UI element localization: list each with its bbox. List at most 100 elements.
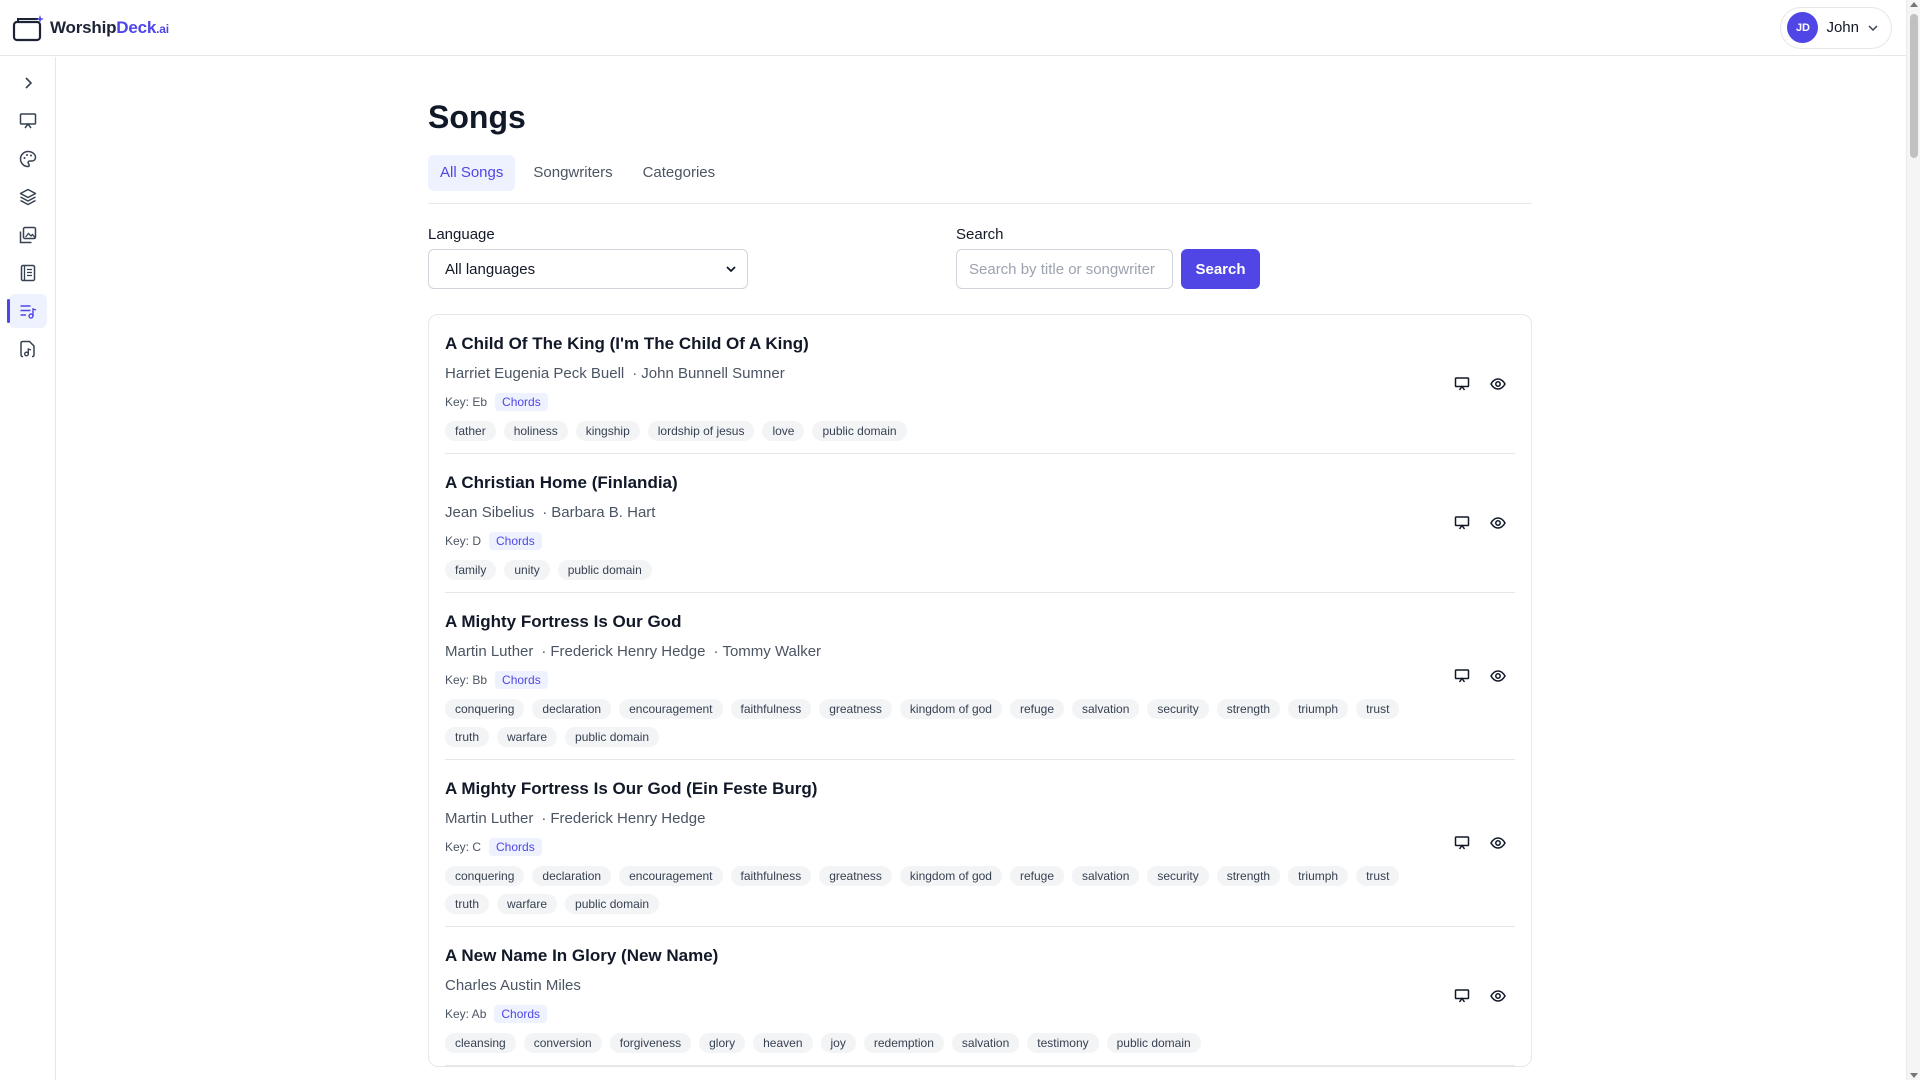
- preview-song-button[interactable]: [1489, 667, 1507, 685]
- song-tag[interactable]: faithfulness: [730, 866, 812, 886]
- song-tag[interactable]: heaven: [753, 1033, 813, 1053]
- scrollbar-thumb[interactable]: [1910, 14, 1918, 158]
- song-tag[interactable]: kingdom of god: [899, 699, 1002, 719]
- tab-songwriters[interactable]: Songwriters: [521, 155, 624, 191]
- song-tag[interactable]: faithfulness: [730, 699, 812, 719]
- song-author[interactable]: Martin Luther: [445, 808, 533, 830]
- song-title[interactable]: A Mighty Fortress Is Our God (Ein Feste …: [445, 778, 1515, 800]
- song-tag[interactable]: triumph: [1288, 699, 1349, 719]
- song-tag[interactable]: truth: [445, 894, 490, 914]
- song-tag[interactable]: declaration: [532, 866, 612, 886]
- song-tag[interactable]: warfare: [497, 727, 558, 747]
- song-tag[interactable]: testimony: [1027, 1033, 1099, 1053]
- logo[interactable]: WorshipDeck.ai: [12, 13, 169, 43]
- song-tag[interactable]: salvation: [951, 1033, 1020, 1053]
- song-title[interactable]: A Christian Home (Finlandia): [445, 472, 1515, 494]
- song-tag[interactable]: redemption: [863, 1033, 944, 1053]
- song-author[interactable]: Martin Luther: [445, 641, 533, 663]
- presentation-icon: [1454, 669, 1470, 683]
- sidebar-item-presentations[interactable]: [9, 104, 47, 138]
- song-tag[interactable]: public domain: [812, 421, 907, 441]
- sidebar-item-song-files[interactable]: [9, 332, 47, 366]
- song-tag[interactable]: greatness: [819, 866, 892, 886]
- song-tag[interactable]: encouragement: [619, 699, 723, 719]
- song-tag[interactable]: forgiveness: [609, 1033, 692, 1053]
- song-tag[interactable]: family: [445, 560, 497, 580]
- song-author[interactable]: Jean Sibelius: [445, 502, 534, 524]
- sidebar-item-songs[interactable]: [7, 294, 47, 328]
- song-tag[interactable]: joy: [820, 1033, 856, 1053]
- images-icon: [19, 226, 37, 244]
- song-tag[interactable]: unity: [504, 560, 550, 580]
- song-tag[interactable]: security: [1147, 699, 1209, 719]
- song-tag[interactable]: lordship of jesus: [647, 421, 755, 441]
- preview-song-button[interactable]: [1489, 375, 1507, 393]
- song-tag[interactable]: public domain: [1106, 1033, 1201, 1053]
- scroll-up-arrow-icon[interactable]: [1910, 2, 1918, 7]
- song-tag[interactable]: love: [762, 421, 805, 441]
- search-button[interactable]: Search: [1181, 249, 1260, 289]
- language-select[interactable]: All languages: [428, 249, 748, 289]
- song-tag[interactable]: security: [1147, 866, 1209, 886]
- song-author[interactable]: Frederick Henry Hedge: [533, 641, 705, 663]
- song-tag[interactable]: cleansing: [445, 1033, 516, 1053]
- song-tag[interactable]: glory: [699, 1033, 746, 1053]
- song-title[interactable]: A Mighty Fortress Is Our God: [445, 611, 1515, 633]
- song-tag[interactable]: conquering: [445, 866, 525, 886]
- song-title[interactable]: A New Name In Glory (New Name): [445, 945, 1515, 967]
- preview-song-button[interactable]: [1489, 987, 1507, 1005]
- present-song-button[interactable]: [1453, 667, 1471, 685]
- search-input[interactable]: [956, 249, 1173, 289]
- song-author[interactable]: Charles Austin Miles: [445, 975, 581, 997]
- song-tag[interactable]: kingship: [575, 421, 640, 441]
- song-tag[interactable]: refuge: [1009, 699, 1064, 719]
- song-tag[interactable]: public domain: [565, 894, 660, 914]
- song-tag[interactable]: kingdom of god: [899, 866, 1002, 886]
- user-menu-button[interactable]: JD John: [1780, 6, 1892, 49]
- song-tag[interactable]: holiness: [503, 421, 568, 441]
- tab-categories[interactable]: Categories: [631, 155, 728, 191]
- song-tag[interactable]: strength: [1216, 699, 1281, 719]
- song-author[interactable]: John Bunnell Sumner: [624, 363, 784, 385]
- song-tag[interactable]: trust: [1356, 866, 1400, 886]
- song-tag[interactable]: encouragement: [619, 866, 723, 886]
- present-song-button[interactable]: [1453, 375, 1471, 393]
- sidebar-item-layers[interactable]: [9, 180, 47, 214]
- scroll-down-arrow-icon[interactable]: [1910, 1073, 1918, 1078]
- song-tag[interactable]: father: [445, 421, 496, 441]
- song-tag[interactable]: warfare: [497, 894, 558, 914]
- song-author[interactable]: Harriet Eugenia Peck Buell: [445, 363, 624, 385]
- song-tag[interactable]: salvation: [1072, 699, 1140, 719]
- preview-song-button[interactable]: [1489, 514, 1507, 532]
- song-tag[interactable]: declaration: [532, 699, 612, 719]
- song-tag[interactable]: public domain: [557, 560, 652, 580]
- song-tag[interactable]: trust: [1356, 699, 1400, 719]
- song-tag[interactable]: conquering: [445, 699, 525, 719]
- song-list: A Child Of The King (I'm The Child Of A …: [428, 314, 1532, 1067]
- song-tag[interactable]: public domain: [565, 727, 660, 747]
- main-content: Songs All Songs Songwriters Categories L…: [428, 57, 1532, 1067]
- page-title: Songs: [428, 99, 526, 135]
- sidebar-item-themes[interactable]: [9, 142, 47, 176]
- song-author[interactable]: Barbara B. Hart: [534, 502, 655, 524]
- tab-all-songs[interactable]: All Songs: [428, 155, 516, 191]
- song-author[interactable]: Frederick Henry Hedge: [533, 808, 705, 830]
- song-tag[interactable]: conversion: [523, 1033, 602, 1053]
- song-tag[interactable]: truth: [445, 727, 490, 747]
- preview-song-button[interactable]: [1489, 834, 1507, 852]
- chords-badge: Chords: [494, 1005, 548, 1023]
- song-tag[interactable]: triumph: [1288, 866, 1349, 886]
- page-scrollbar[interactable]: [1906, 0, 1920, 1080]
- sidebar-item-bible[interactable]: [9, 256, 47, 290]
- present-song-button[interactable]: [1453, 987, 1471, 1005]
- song-author[interactable]: Tommy Walker: [705, 641, 821, 663]
- present-song-button[interactable]: [1453, 514, 1471, 532]
- sidebar-item-expand[interactable]: [9, 66, 47, 100]
- sidebar-item-media[interactable]: [9, 218, 47, 252]
- song-tag[interactable]: refuge: [1009, 866, 1064, 886]
- song-title[interactable]: A Child Of The King (I'm The Child Of A …: [445, 333, 1515, 355]
- song-tag[interactable]: salvation: [1072, 866, 1140, 886]
- present-song-button[interactable]: [1453, 834, 1471, 852]
- song-tag[interactable]: strength: [1216, 866, 1281, 886]
- song-tag[interactable]: greatness: [819, 699, 892, 719]
